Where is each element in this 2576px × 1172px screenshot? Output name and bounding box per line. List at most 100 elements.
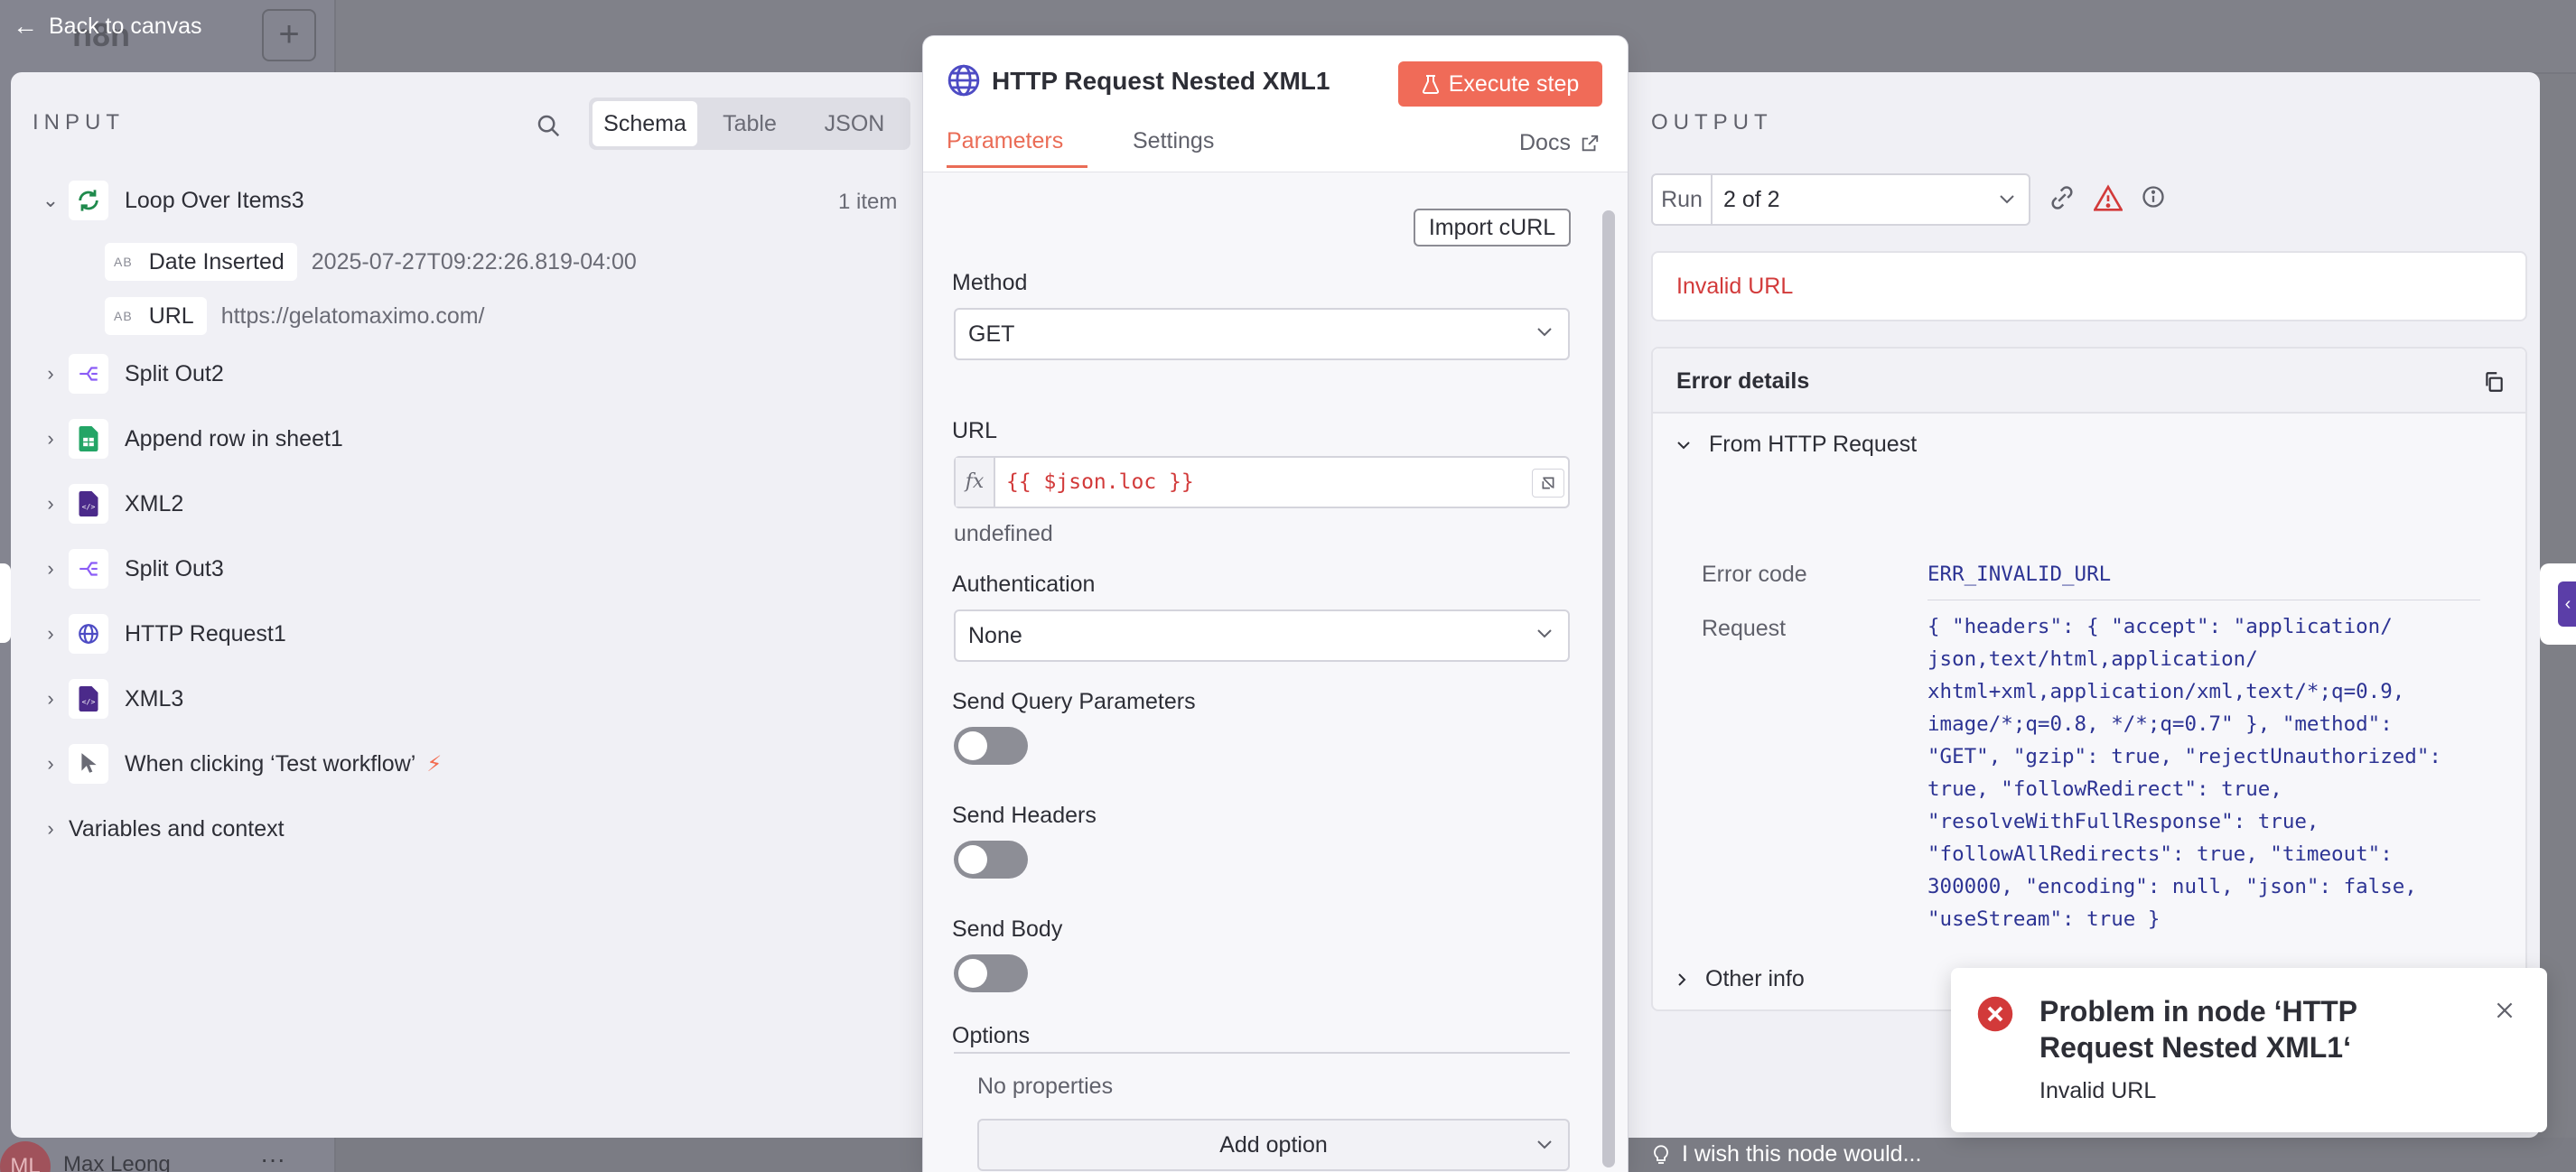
- from-http-request-section[interactable]: From HTTP Request: [1676, 432, 1917, 458]
- chevron-right-icon: [1678, 972, 1686, 986]
- error-details-card: Error details From HTTP Request Error co…: [1651, 347, 2527, 1011]
- send-headers-label: Send Headers: [952, 803, 1097, 828]
- section-label: Other info: [1705, 966, 1805, 991]
- no-properties-text: No properties: [977, 1074, 1114, 1099]
- send-body-toggle[interactable]: [954, 954, 1028, 992]
- feedback-link[interactable]: I wish this node would...: [1653, 1141, 1921, 1167]
- tree-node-split-out2[interactable]: › Split Out2: [33, 354, 224, 394]
- toggle-knob: [958, 731, 987, 760]
- tree-node-manual-trigger[interactable]: › When clicking ‘Test workflow’ ⚡: [33, 744, 442, 784]
- field-name: Date Inserted: [148, 248, 285, 274]
- run-label: Run: [1653, 175, 1713, 224]
- chevron-down-icon: [2000, 195, 2014, 204]
- view-schema-button[interactable]: Schema: [593, 101, 697, 146]
- schema-field-url[interactable]: AB URL https://gelatomaximo.com/: [105, 296, 485, 336]
- tree-node-label: Split Out3: [125, 555, 224, 581]
- info-icon[interactable]: [2141, 184, 2166, 209]
- copy-icon[interactable]: [2482, 370, 2506, 394]
- tree-node-split-out3[interactable]: › Split Out3: [33, 549, 224, 589]
- search-icon[interactable]: [535, 112, 562, 139]
- link-runs-icon[interactable]: [2049, 184, 2076, 211]
- warning-icon: [2094, 184, 2123, 211]
- chevron-right-icon: ›: [47, 622, 54, 645]
- tree-node-label: Loop Over Items3: [125, 187, 304, 213]
- error-details-header: Error details: [1653, 349, 2525, 414]
- send-query-label: Send Query Parameters: [952, 689, 1196, 714]
- view-json-button[interactable]: JSON: [802, 101, 907, 146]
- method-value: GET: [968, 321, 1015, 347]
- collapse-icon: ‹: [2558, 581, 2576, 627]
- toast-message: Invalid URL: [2039, 1078, 2157, 1103]
- request-line: "useStream": true }: [1927, 907, 2161, 931]
- tab-settings[interactable]: Settings: [1133, 128, 1214, 168]
- run-selector[interactable]: Run 2 of 2: [1651, 173, 2030, 226]
- view-table-button[interactable]: Table: [697, 101, 802, 146]
- tree-node-label: XML2: [125, 490, 184, 516]
- execute-step-button[interactable]: Execute step: [1398, 61, 1602, 107]
- tree-node-xml3[interactable]: › </> XML3: [33, 679, 183, 719]
- tree-node-label: Variables and context: [69, 815, 285, 842]
- scrollbar[interactable]: [1602, 210, 1615, 1167]
- toggle-knob: [958, 959, 987, 988]
- run-value: 2 of 2: [1723, 187, 1780, 212]
- open-expression-editor-icon[interactable]: [1532, 469, 1564, 498]
- field-pill: AB URL: [105, 297, 207, 335]
- close-icon[interactable]: [2493, 999, 2516, 1022]
- request-line: "resolveWithFullResponse": true,: [1927, 810, 2319, 833]
- more-icon: ···: [260, 1145, 285, 1172]
- back-to-canvas-link[interactable]: ← Back to canvas: [13, 11, 202, 42]
- url-label: URL: [952, 418, 998, 443]
- svg-text:</>: </>: [82, 697, 96, 706]
- output-panel-title: OUTPUT: [1651, 110, 1773, 135]
- toggle-knob: [958, 845, 987, 874]
- chevron-right-icon: ›: [47, 427, 54, 450]
- send-headers-toggle[interactable]: [954, 841, 1028, 879]
- chevron-right-icon: ›: [47, 687, 54, 710]
- method-select[interactable]: GET: [954, 308, 1570, 360]
- error-code-value: ERR_INVALID_URL: [1927, 563, 2112, 586]
- docs-link[interactable]: Docs: [1519, 130, 1600, 156]
- chevron-down-icon: [1537, 1140, 1552, 1149]
- field-name: URL: [148, 302, 194, 329]
- request-line: { "headers": { "accept": "application/: [1927, 615, 2393, 638]
- chevron-right-icon: ›: [47, 492, 54, 515]
- trigger-bolt-icon: ⚡: [426, 751, 443, 777]
- expression-fx-icon: fx: [956, 458, 995, 507]
- add-option-button[interactable]: Add option: [977, 1119, 1570, 1171]
- split-out-icon: [69, 354, 108, 394]
- lightbulb-icon: [1654, 1144, 1668, 1164]
- send-query-toggle[interactable]: [954, 727, 1028, 765]
- request-line: 300000, "encoding": null, "json": false,: [1927, 875, 2417, 898]
- tree-node-loop-over-items[interactable]: ⌄ Loop Over Items3: [33, 181, 304, 220]
- method-label: Method: [952, 270, 1028, 295]
- import-curl-button[interactable]: Import cURL: [1414, 209, 1571, 246]
- tree-variables-context[interactable]: › Variables and context: [33, 809, 285, 849]
- arrow-left-icon: ←: [13, 12, 38, 40]
- tab-parameters[interactable]: Parameters: [947, 128, 1087, 168]
- error-details-title: Error details: [1676, 368, 1810, 394]
- globe-icon: [69, 614, 108, 654]
- tree-node-xml2[interactable]: › </> XML2: [33, 484, 183, 524]
- field-value: https://gelatomaximo.com/: [220, 302, 485, 329]
- error-circle-icon: [1977, 996, 2013, 1032]
- url-input[interactable]: fx {{ $json.loc }}: [954, 456, 1570, 508]
- chevron-down-icon: [1537, 629, 1552, 638]
- request-line: "followAllRedirects": true, "timeout":: [1927, 842, 2393, 866]
- tree-node-append-row[interactable]: › Append row in sheet1: [33, 419, 343, 459]
- authentication-select[interactable]: None: [954, 609, 1570, 662]
- url-expression: {{ $json.loc }}: [1006, 470, 1194, 494]
- request-line: xhtml+xml,application/xml,text/*;q=0.9,: [1927, 680, 2405, 703]
- node-title[interactable]: HTTP Request Nested XML1: [992, 67, 1330, 96]
- tree-node-http-request1[interactable]: › HTTP Request1: [33, 614, 286, 654]
- right-edge-handle[interactable]: ‹: [2540, 563, 2576, 645]
- external-link-icon: [1582, 135, 1599, 151]
- parameters-body: Import cURL Method GET URL fx {{ $json.l…: [923, 172, 1628, 1172]
- schema-field-date-inserted[interactable]: AB Date Inserted 2025-07-27T09:22:26.819…: [105, 242, 637, 282]
- svg-text:</>: </>: [82, 502, 96, 511]
- input-view-switcher: Schema Table JSON: [589, 98, 910, 150]
- parameters-header: HTTP Request Nested XML1 Execute step Pa…: [923, 36, 1628, 172]
- left-edge-handle[interactable]: [0, 563, 11, 643]
- other-info-section[interactable]: Other info: [1676, 966, 1805, 992]
- section-label: From HTTP Request: [1709, 432, 1918, 457]
- user-name: Max Leong: [63, 1152, 171, 1172]
